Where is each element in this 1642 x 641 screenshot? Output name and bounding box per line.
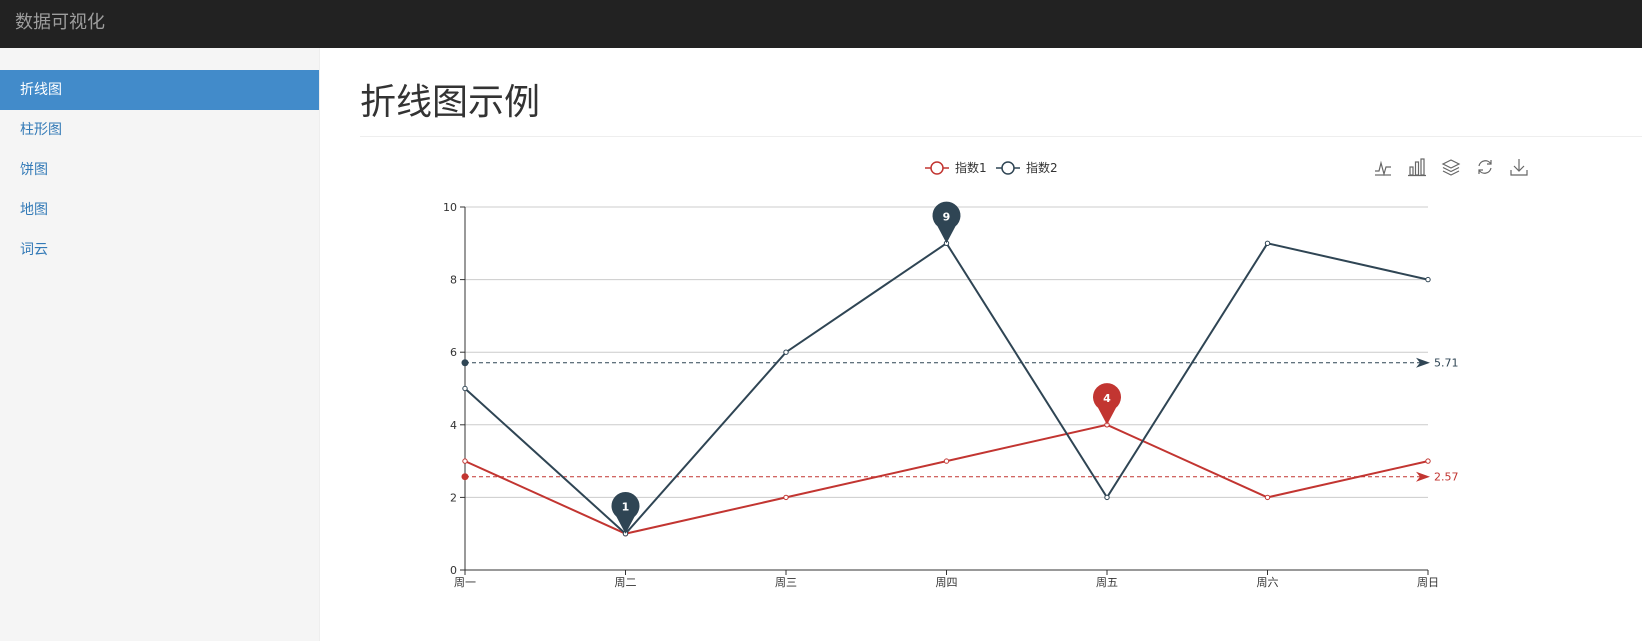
data-point[interactable] bbox=[462, 458, 468, 464]
legend-label-series-2: 指数2 bbox=[1026, 160, 1058, 175]
chart-toolbox bbox=[1374, 158, 1528, 177]
data-point[interactable] bbox=[783, 349, 789, 355]
data-point[interactable] bbox=[943, 458, 950, 464]
y-tick-label: 6 bbox=[450, 346, 457, 359]
mean-line-label: 5.71 bbox=[1434, 357, 1459, 370]
x-tick-label: 周二 bbox=[615, 576, 637, 589]
x-tick-label: 周一 bbox=[454, 576, 476, 589]
y-tick-label: 8 bbox=[450, 274, 457, 287]
data-point[interactable] bbox=[1264, 240, 1271, 247]
x-tick-label: 周日 bbox=[1417, 576, 1439, 589]
legend-item-series-2[interactable]: 指数2 bbox=[996, 160, 1058, 175]
restore-icon[interactable] bbox=[1476, 158, 1494, 176]
stack-icon[interactable] bbox=[1441, 158, 1461, 176]
x-tick-label: 周四 bbox=[936, 576, 958, 589]
download-icon[interactable] bbox=[1510, 158, 1528, 176]
line-chart: 指数1 指数2 0246810周一 周二 周三 周四 周五 周六 周日2.575… bbox=[443, 158, 1528, 589]
sidebar-item-line-chart[interactable]: 折线图 bbox=[0, 70, 319, 110]
sidebar-item-word-cloud[interactable]: 词云 bbox=[0, 230, 319, 270]
mean-line-label: 2.57 bbox=[1434, 471, 1459, 484]
data-point[interactable] bbox=[1264, 494, 1271, 501]
data-point[interactable] bbox=[462, 385, 468, 392]
min_marker-pin-label: 1 bbox=[622, 501, 630, 514]
series-line bbox=[464, 241, 1429, 536]
sidebar-nav: 折线图 柱形图 饼图 地图 词云 bbox=[0, 70, 319, 270]
legend-label-series-1: 指数1 bbox=[955, 160, 987, 175]
sidebar-item-pie-chart[interactable]: 饼图 bbox=[0, 150, 319, 190]
x-tick-label: 周五 bbox=[1096, 576, 1118, 589]
y-tick-label: 4 bbox=[450, 419, 457, 432]
line-chart-icon[interactable] bbox=[1374, 158, 1392, 177]
brand-title[interactable]: 数据可视化 bbox=[15, 11, 105, 35]
data-point[interactable] bbox=[1104, 494, 1110, 501]
series-line bbox=[464, 423, 1429, 535]
x-tick-label: 周三 bbox=[775, 576, 797, 589]
y-tick-label: 2 bbox=[450, 491, 457, 504]
chart-legend: 指数1 指数2 bbox=[925, 160, 1058, 175]
max_marker-pin-label: 4 bbox=[1103, 392, 1111, 405]
bar-chart-icon[interactable] bbox=[1408, 158, 1426, 177]
max_marker-pin-label: 9 bbox=[943, 210, 951, 223]
x-tick-label: 周六 bbox=[1257, 576, 1279, 589]
sidebar-item-bar-chart[interactable]: 柱形图 bbox=[0, 110, 319, 150]
y-tick-label: 10 bbox=[443, 201, 457, 214]
mean-line-start-dot bbox=[461, 473, 469, 481]
mean-line-start-dot bbox=[461, 359, 469, 367]
top-navbar: 数据可视化 bbox=[0, 0, 1642, 48]
data-point[interactable] bbox=[783, 494, 789, 501]
data-point[interactable] bbox=[1425, 276, 1431, 283]
sidebar: 折线图 柱形图 饼图 地图 词云 bbox=[0, 48, 320, 641]
data-point[interactable] bbox=[1425, 458, 1431, 464]
plot-area: 0246810周一 周二 周三 周四 周五 周六 周日2.575.71419 bbox=[443, 201, 1459, 589]
sidebar-item-map[interactable]: 地图 bbox=[0, 190, 319, 230]
main-content: 折线图示例 指数1 指数2 0 2 4 6 8 10 周一 周二 周三 周四 周… bbox=[320, 48, 1642, 641]
legend-item-series-1[interactable]: 指数1 bbox=[925, 160, 987, 175]
